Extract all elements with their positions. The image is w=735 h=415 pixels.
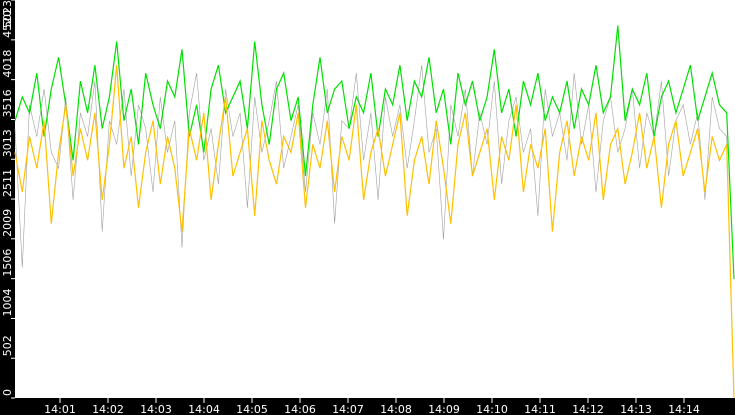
y-tick-label: 3013 [1, 129, 14, 157]
x-tick-label: 14:11 [524, 403, 556, 415]
x-tick-label: 14:14 [668, 403, 700, 415]
line-chart: 0502100415062009251130133516401845205023… [0, 0, 735, 415]
y-tick-label: 4018 [1, 50, 14, 78]
x-tick-label: 14:10 [476, 403, 508, 415]
x-tick-label: 14:13 [620, 403, 652, 415]
x-tick-label: 14:08 [380, 403, 412, 415]
y-tick-label: 5023 [1, 0, 14, 28]
x-tick-label: 14:02 [92, 403, 124, 415]
y-tick-label: 1506 [1, 249, 14, 277]
x-tick-label: 14:07 [332, 403, 364, 415]
y-tick-label: 1004 [1, 288, 14, 316]
y-tick-label: 3516 [1, 89, 14, 117]
x-tick-label: 14:03 [140, 403, 172, 415]
x-tick-label: 14:12 [572, 403, 604, 415]
x-tick-label: 14:09 [428, 403, 460, 415]
y-tick-label: 2511 [1, 169, 14, 197]
y-tick-label: 0 [1, 389, 14, 396]
y-tick-label: 502 [1, 335, 14, 356]
plot-area [15, 0, 735, 398]
x-tick-label: 14:06 [284, 403, 316, 415]
x-tick-label: 14:04 [188, 403, 220, 415]
x-tick-label: 14:01 [44, 403, 76, 415]
x-tick-label: 14:05 [236, 403, 268, 415]
y-tick-label: 2009 [1, 209, 14, 237]
